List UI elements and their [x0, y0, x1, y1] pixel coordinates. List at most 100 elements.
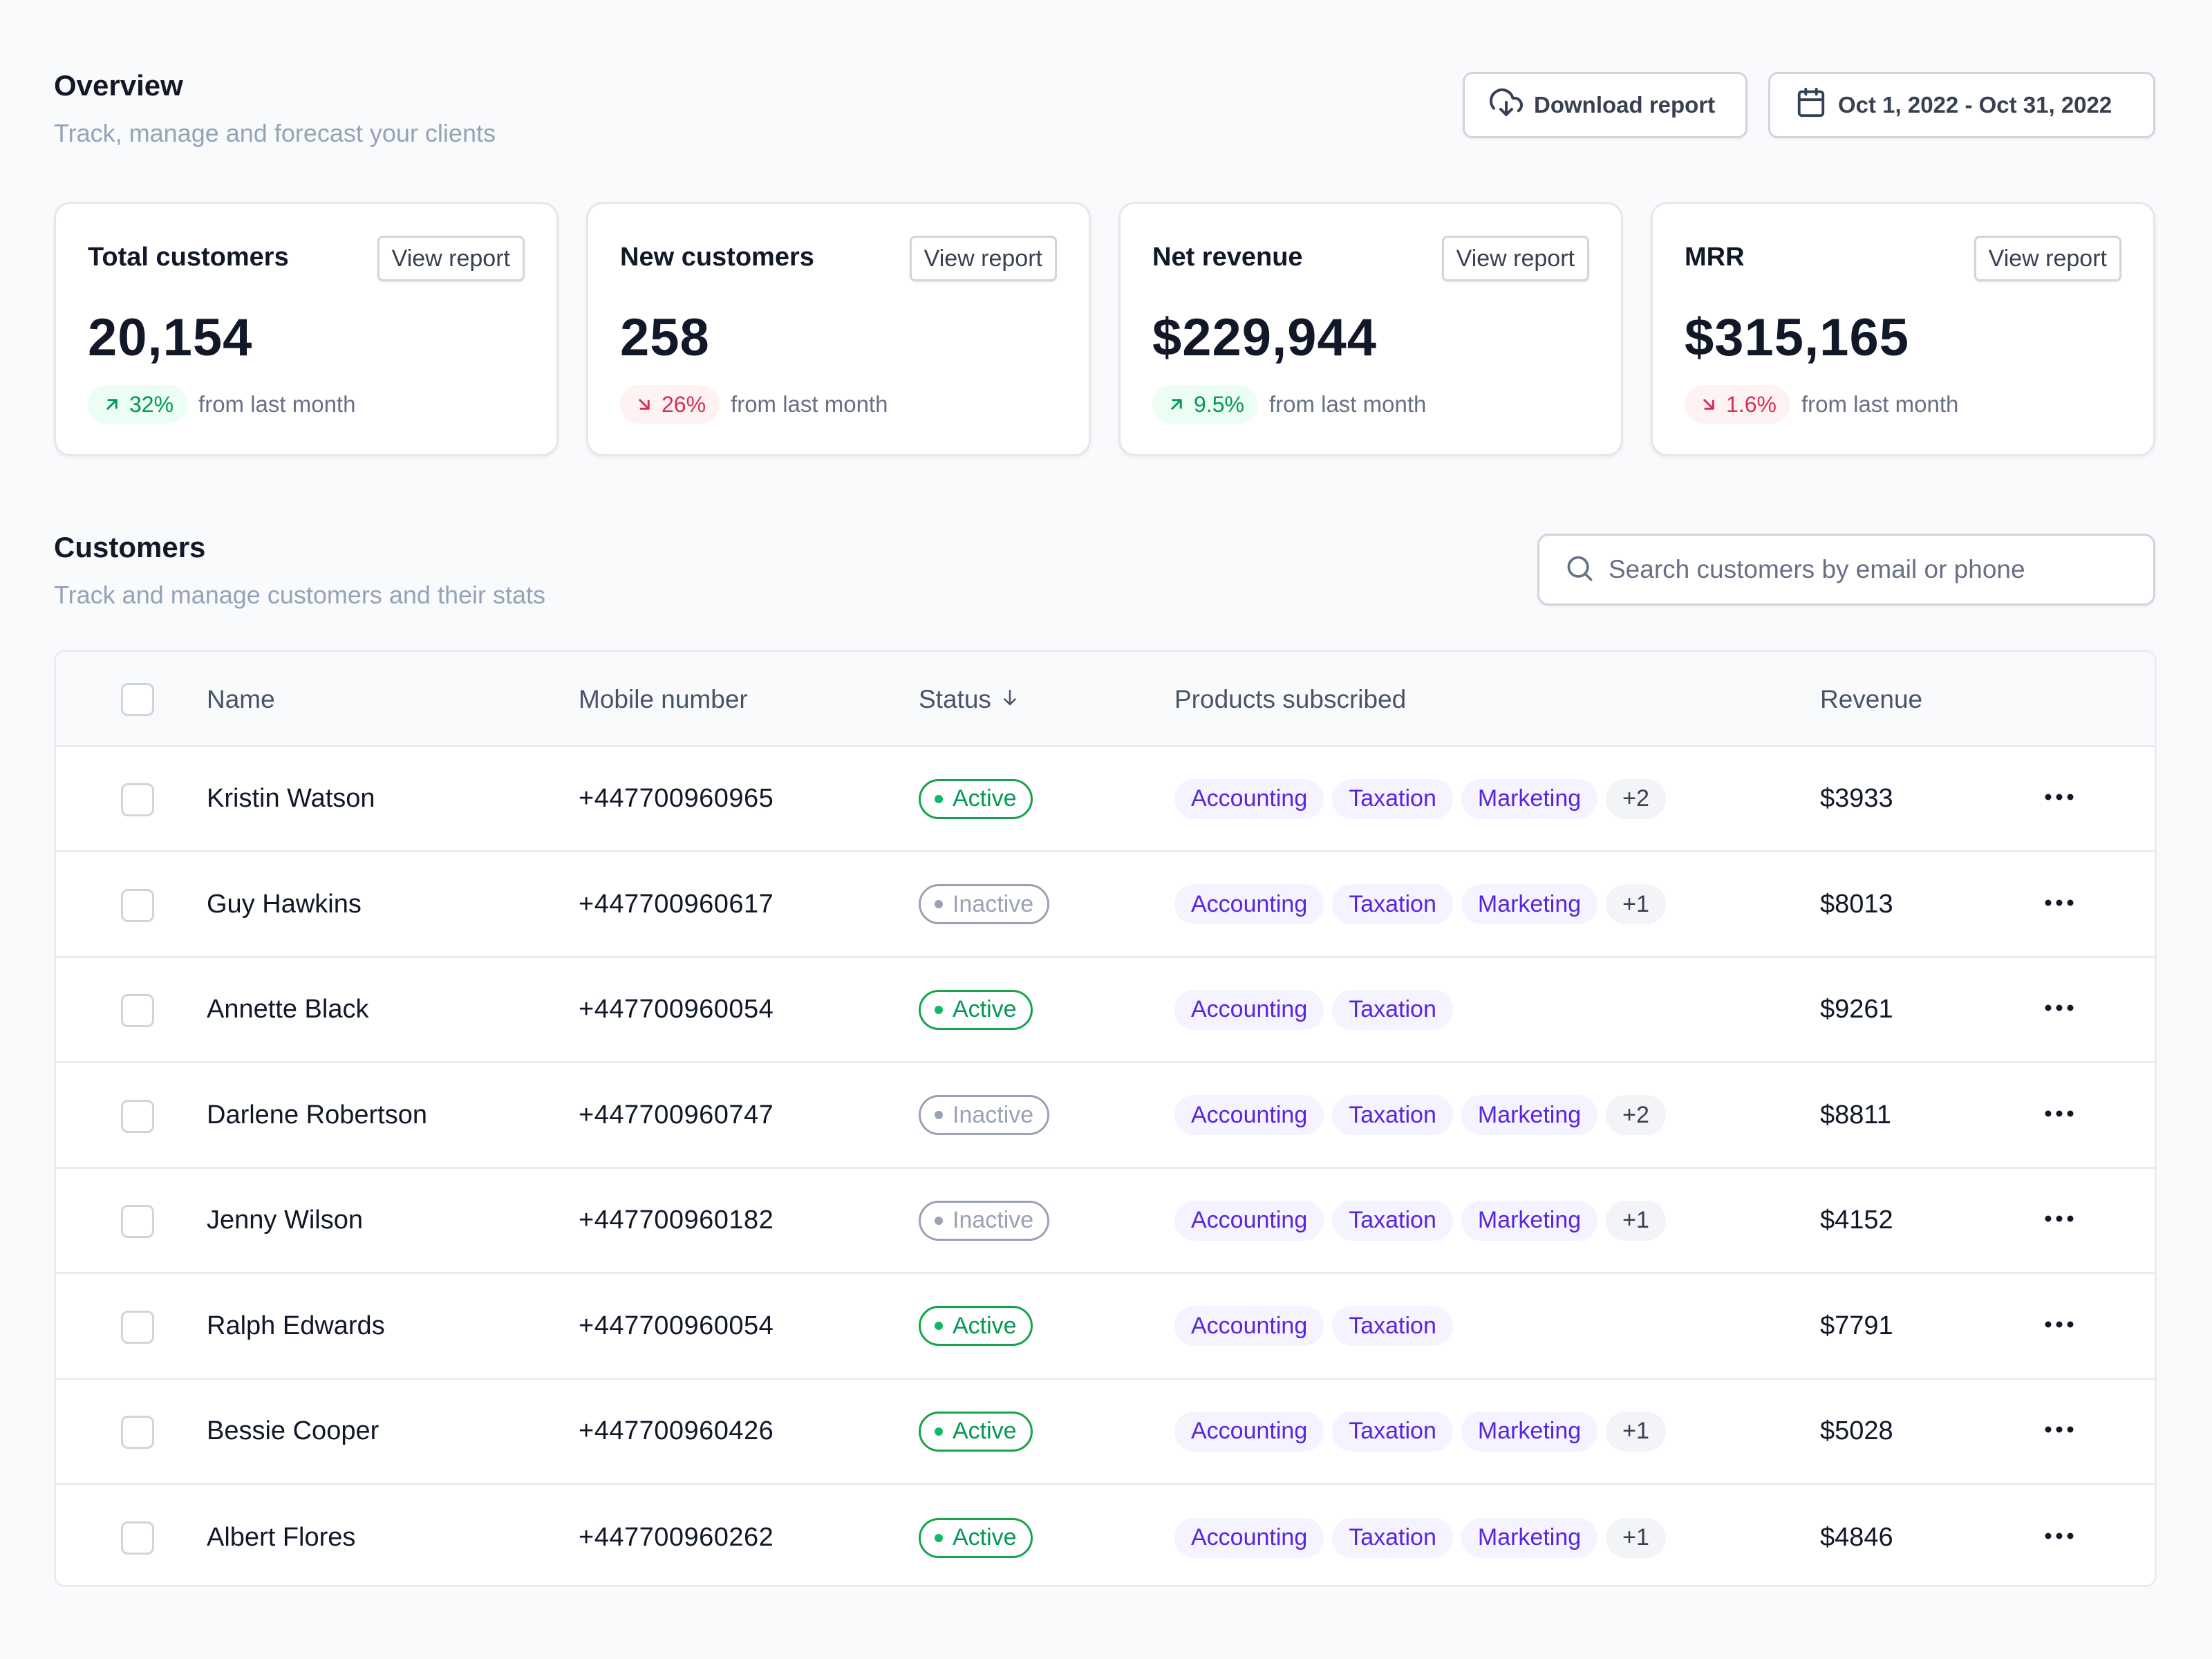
column-header-name-label: Name [207, 685, 275, 713]
row-checkbox[interactable] [121, 888, 154, 922]
stat-card-title: New customers [620, 243, 814, 272]
row-actions-button[interactable] [2041, 1380, 2077, 1483]
customer-name: Kristin Watson [207, 784, 375, 813]
product-chips: Accounting Taxation Marketing +2 [1174, 1095, 1666, 1135]
row-checkbox[interactable] [121, 1416, 154, 1449]
more-horizontal-icon [2041, 1529, 2077, 1546]
status-cell: Inactive [919, 853, 1050, 956]
product-chip: Taxation [1332, 1517, 1453, 1558]
select-all-checkbox[interactable] [121, 683, 154, 716]
product-chip: Taxation [1332, 884, 1453, 924]
column-header-mobile-label: Mobile number [579, 685, 748, 713]
download-report-label: Download report [1534, 92, 1716, 118]
status-label: Inactive [953, 890, 1034, 917]
customer-revenue: $8811 [1820, 1100, 1891, 1130]
row-checkbox[interactable] [121, 1205, 154, 1238]
table-row[interactable]: Annette Black +447700960054 Active Accou… [56, 958, 2155, 1063]
search-input[interactable] [1609, 555, 2128, 584]
stat-card: New customers View report 258 26% from l… [586, 202, 1091, 456]
trend-label: from last month [731, 391, 888, 417]
status-cell: Active [919, 1275, 1033, 1378]
download-report-button[interactable]: Download report [1463, 72, 1747, 138]
product-chip: Accounting [1174, 778, 1324, 819]
column-header-status[interactable]: Status [919, 652, 1020, 747]
more-horizontal-icon [2041, 1318, 2077, 1335]
row-actions-button[interactable] [2041, 853, 2077, 956]
customer-search[interactable] [1537, 534, 2155, 606]
more-products-chip[interactable]: +2 [1606, 778, 1666, 819]
view-report-button[interactable]: View report [909, 236, 1057, 281]
status-badge: Active [919, 1411, 1033, 1452]
status-badge: Active [919, 989, 1033, 1030]
column-header-products[interactable]: Products subscribed [1174, 652, 1406, 747]
customer-mobile: +447700960182 [579, 1206, 774, 1235]
table-row[interactable]: Darlene Robertson +447700960747 Inactive… [56, 1064, 2155, 1169]
column-header-mobile[interactable]: Mobile number [579, 652, 748, 747]
stat-card-trend: 1.6% from last month [1685, 385, 1958, 424]
stat-card-title: Total customers [88, 243, 289, 272]
product-chips: Accounting Taxation Marketing +1 [1174, 1411, 1666, 1452]
product-chips: Accounting Taxation [1174, 1306, 1453, 1346]
trend-badge: 32% [88, 385, 188, 424]
table-row[interactable]: Jenny Wilson +447700960182 Inactive Acco… [56, 1169, 2155, 1274]
row-checkbox[interactable] [121, 994, 154, 1027]
row-checkbox[interactable] [121, 1521, 154, 1555]
table-header: Name Mobile number Status Products subsc… [56, 652, 2155, 747]
trend-label: from last month [198, 391, 356, 417]
row-actions-button[interactable] [2041, 958, 2077, 1061]
row-actions-button[interactable] [2041, 1169, 2077, 1272]
stat-card: Net revenue View report $229,944 9.5% fr… [1118, 202, 1623, 456]
status-badge: Inactive [919, 1095, 1050, 1135]
row-actions-button[interactable] [2041, 1275, 2077, 1378]
row-checkbox[interactable] [121, 1310, 154, 1344]
customer-revenue: $3933 [1820, 784, 1893, 813]
column-header-status-label: Status [919, 685, 991, 713]
trend-label: from last month [1268, 391, 1427, 417]
stat-card-title: Net revenue [1152, 243, 1303, 272]
more-products-chip[interactable]: +1 [1606, 1200, 1666, 1241]
product-chips: Accounting Taxation Marketing +1 [1174, 1200, 1666, 1241]
table-row[interactable]: Albert Flores +447700960262 Active Accou… [56, 1485, 2155, 1586]
view-report-button[interactable]: View report [377, 236, 525, 281]
status-label: Inactive [953, 1207, 1034, 1233]
date-range-picker[interactable]: Oct 1, 2022 - Oct 31, 2022 [1768, 72, 2155, 138]
status-dot-icon [935, 1216, 943, 1225]
product-chip: Marketing [1461, 1411, 1598, 1452]
more-products-chip[interactable]: +1 [1606, 1411, 1666, 1452]
column-header-name[interactable]: Name [207, 652, 275, 747]
status-dot-icon [935, 1427, 943, 1436]
calendar-icon [1795, 86, 1827, 124]
stat-card: Total customers View report 20,154 32% f… [54, 202, 559, 456]
trend-badge: 1.6% [1685, 385, 1790, 424]
trend-change: 26% [662, 391, 706, 417]
table-row[interactable]: Guy Hawkins +447700960617 Inactive Accou… [56, 853, 2155, 958]
row-actions-button[interactable] [2041, 1064, 2077, 1167]
more-products-chip[interactable]: +1 [1606, 884, 1666, 924]
search-icon [1564, 553, 1595, 587]
product-chip: Marketing [1461, 1517, 1598, 1558]
view-report-button[interactable]: View report [1974, 236, 2121, 281]
product-chip: Marketing [1461, 884, 1598, 924]
row-actions-button[interactable] [2041, 1485, 2077, 1586]
stat-card-value: 258 [620, 308, 710, 367]
trend-badge: 9.5% [1152, 385, 1258, 424]
more-products-chip[interactable]: +1 [1606, 1517, 1666, 1558]
row-checkbox[interactable] [121, 783, 154, 816]
row-checkbox[interactable] [121, 1099, 154, 1133]
column-header-revenue[interactable]: Revenue [1820, 652, 1922, 747]
customer-mobile: +447700960747 [579, 1100, 774, 1130]
status-badge: Active [919, 1517, 1033, 1558]
table-row[interactable]: Bessie Cooper +447700960426 Active Accou… [56, 1380, 2155, 1485]
customer-revenue: $7791 [1820, 1311, 1893, 1340]
view-report-button[interactable]: View report [1441, 236, 1589, 281]
table-row[interactable]: Ralph Edwards +447700960054 Active Accou… [56, 1275, 2155, 1380]
row-actions-button[interactable] [2041, 747, 2077, 850]
customer-mobile: +447700960617 [579, 889, 774, 919]
cloud-download-icon [1490, 86, 1523, 124]
more-products-chip[interactable]: +2 [1606, 1095, 1666, 1135]
status-label: Inactive [953, 1101, 1034, 1128]
stat-card-title: MRR [1685, 243, 1745, 272]
product-chip: Taxation [1332, 1200, 1453, 1241]
table-row[interactable]: Kristin Watson +447700960965 Active Acco… [56, 747, 2155, 852]
product-chip: Accounting [1174, 1200, 1324, 1241]
